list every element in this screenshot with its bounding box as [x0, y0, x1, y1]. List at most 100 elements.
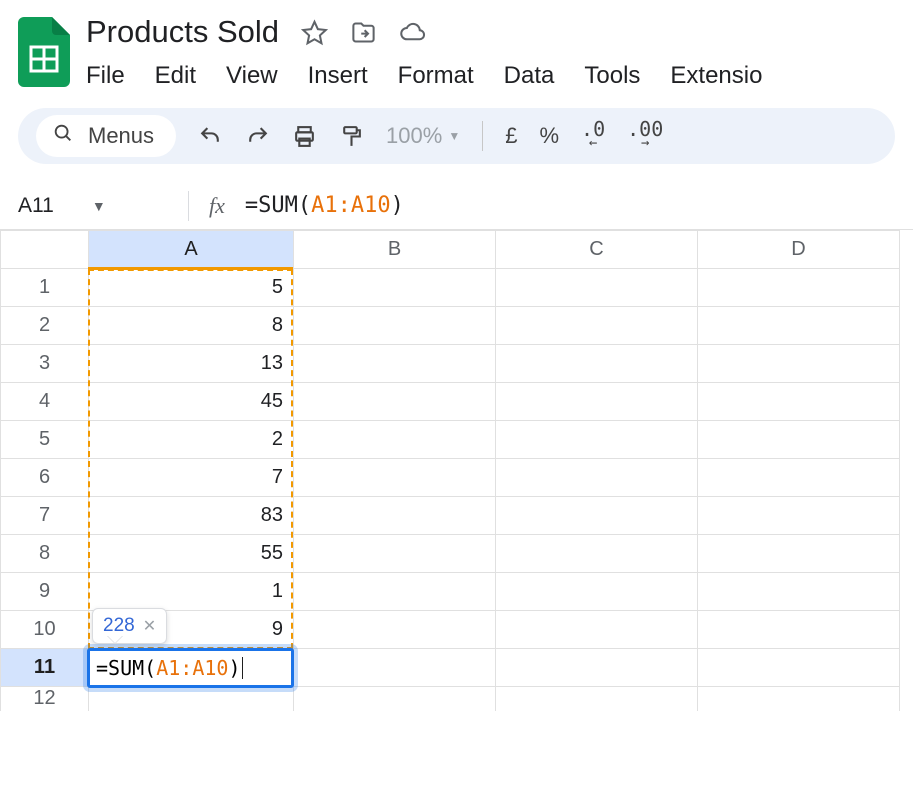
- cell[interactable]: [496, 611, 698, 649]
- menus-label: Menus: [88, 123, 154, 149]
- row-header[interactable]: 6: [1, 459, 89, 497]
- menu-tools[interactable]: Tools: [584, 62, 640, 90]
- active-cell-editor[interactable]: =SUM(A1:A10): [87, 648, 294, 688]
- menu-view[interactable]: View: [226, 62, 278, 90]
- row-header[interactable]: 1: [1, 269, 89, 307]
- paint-format-button[interactable]: [339, 124, 364, 149]
- cell[interactable]: [496, 687, 698, 711]
- currency-format-button[interactable]: £: [505, 123, 517, 149]
- percent-format-button[interactable]: %: [539, 123, 559, 149]
- cell[interactable]: [698, 497, 900, 535]
- cell[interactable]: [496, 421, 698, 459]
- cell[interactable]: [496, 497, 698, 535]
- cell[interactable]: 5: [89, 269, 294, 307]
- zoom-value: 100%: [386, 123, 442, 149]
- cell[interactable]: 7: [89, 459, 294, 497]
- cell[interactable]: [294, 535, 496, 573]
- cell[interactable]: [698, 649, 900, 687]
- cell[interactable]: [496, 573, 698, 611]
- formula-bar: A11 ▼ fx =SUM(A1:A10): [0, 182, 913, 230]
- select-all-corner[interactable]: [1, 231, 89, 269]
- cell[interactable]: [496, 307, 698, 345]
- decrease-decimal-button[interactable]: .0←: [581, 122, 605, 150]
- row-header[interactable]: 8: [1, 535, 89, 573]
- row-header[interactable]: 11: [1, 649, 89, 687]
- row-header[interactable]: 3: [1, 345, 89, 383]
- row-header[interactable]: 7: [1, 497, 89, 535]
- chevron-down-icon: ▼: [92, 198, 106, 214]
- row-header[interactable]: 2: [1, 307, 89, 345]
- cell[interactable]: 13: [89, 345, 294, 383]
- cell[interactable]: [294, 307, 496, 345]
- menu-format[interactable]: Format: [398, 62, 474, 90]
- column-header-D[interactable]: D: [698, 231, 900, 269]
- cell[interactable]: [698, 307, 900, 345]
- redo-button[interactable]: [245, 124, 270, 149]
- menu-data[interactable]: Data: [504, 62, 555, 90]
- menu-extensions[interactable]: Extensio: [670, 62, 762, 90]
- cell[interactable]: [294, 269, 496, 307]
- sheets-app-icon[interactable]: [16, 14, 72, 90]
- cell[interactable]: [496, 459, 698, 497]
- cell[interactable]: [698, 269, 900, 307]
- cell[interactable]: [496, 649, 698, 687]
- divider: [188, 191, 189, 221]
- cell[interactable]: [698, 421, 900, 459]
- document-title[interactable]: Products Sold: [86, 14, 279, 50]
- spreadsheet-grid[interactable]: A B C D 15 28 313 445 52 67 783 855 91 1…: [0, 230, 913, 711]
- zoom-dropdown[interactable]: 100% ▼: [386, 123, 460, 149]
- menus-search[interactable]: Menus: [36, 115, 176, 157]
- formula-input[interactable]: =SUM(A1:A10): [245, 193, 404, 218]
- cell[interactable]: [294, 497, 496, 535]
- cell[interactable]: [294, 611, 496, 649]
- cell[interactable]: [294, 687, 496, 711]
- header: Products Sold File Edit View Insert Form…: [0, 0, 913, 98]
- cell[interactable]: [698, 611, 900, 649]
- name-box[interactable]: A11 ▼: [18, 194, 168, 218]
- cell[interactable]: [698, 459, 900, 497]
- cell[interactable]: [698, 573, 900, 611]
- cell[interactable]: [294, 573, 496, 611]
- cell[interactable]: 8: [89, 307, 294, 345]
- row-header[interactable]: 4: [1, 383, 89, 421]
- row-header[interactable]: 9: [1, 573, 89, 611]
- increase-decimal-button[interactable]: .00→: [627, 122, 663, 150]
- star-icon[interactable]: [301, 19, 328, 46]
- menu-edit[interactable]: Edit: [155, 62, 196, 90]
- column-header-B[interactable]: B: [294, 231, 496, 269]
- cell[interactable]: [294, 459, 496, 497]
- cell[interactable]: [294, 345, 496, 383]
- cell[interactable]: [698, 535, 900, 573]
- cell[interactable]: [294, 649, 496, 687]
- cell[interactable]: [496, 269, 698, 307]
- row-header[interactable]: 10: [1, 611, 89, 649]
- menu-insert[interactable]: Insert: [308, 62, 368, 90]
- cell[interactable]: [698, 345, 900, 383]
- decrease-decimal-label: .0: [581, 122, 605, 136]
- cell[interactable]: 2: [89, 421, 294, 459]
- cell[interactable]: [698, 687, 900, 711]
- cell[interactable]: [496, 345, 698, 383]
- cell[interactable]: 45: [89, 383, 294, 421]
- search-icon: [52, 122, 74, 150]
- row-header[interactable]: 5: [1, 421, 89, 459]
- cell[interactable]: [698, 383, 900, 421]
- move-to-folder-icon[interactable]: [350, 19, 377, 46]
- cell[interactable]: 83: [89, 497, 294, 535]
- undo-button[interactable]: [198, 124, 223, 149]
- column-header-A[interactable]: A: [89, 231, 294, 269]
- cloud-status-icon[interactable]: [399, 19, 426, 46]
- row-header[interactable]: 12: [1, 687, 89, 711]
- cell[interactable]: [496, 383, 698, 421]
- cell[interactable]: [496, 535, 698, 573]
- fx-icon: fx: [209, 193, 225, 219]
- cell[interactable]: 1: [89, 573, 294, 611]
- column-header-C[interactable]: C: [496, 231, 698, 269]
- cell[interactable]: [294, 383, 496, 421]
- cell[interactable]: [89, 687, 294, 711]
- print-button[interactable]: [292, 124, 317, 149]
- cell[interactable]: [294, 421, 496, 459]
- close-icon[interactable]: ✕: [143, 616, 156, 636]
- cell[interactable]: 55: [89, 535, 294, 573]
- menu-file[interactable]: File: [86, 62, 125, 90]
